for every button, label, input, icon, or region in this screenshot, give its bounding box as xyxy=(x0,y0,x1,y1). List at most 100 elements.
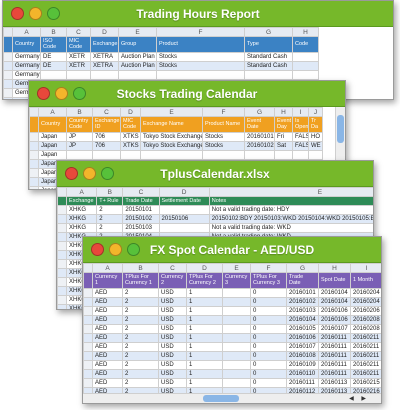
table-cell[interactable] xyxy=(222,314,251,325)
column-header[interactable]: Settlement Date xyxy=(158,195,210,207)
table-cell[interactable] xyxy=(222,323,251,334)
table-cell[interactable]: 20160211 xyxy=(350,359,381,370)
horizontal-scroll-thumb[interactable] xyxy=(203,395,239,402)
table-cell[interactable]: Stocks xyxy=(202,131,245,142)
table-cell[interactable]: Stocks xyxy=(156,60,245,71)
table-cell[interactable]: 20150102 xyxy=(122,214,160,225)
table-cell[interactable]: Germany xyxy=(12,69,41,80)
table-cell[interactable]: USD xyxy=(158,377,187,388)
table-cell[interactable]: Japan xyxy=(38,149,67,160)
table-cell[interactable]: Tokyo Stock Exchange xyxy=(140,140,203,151)
table-cell[interactable]: 1 xyxy=(186,314,223,325)
table-cell[interactable]: Auction Plan xyxy=(118,60,157,71)
table-cell[interactable]: AED xyxy=(92,359,123,370)
table-cell[interactable]: FALSE xyxy=(292,131,309,142)
column-letter[interactable]: H xyxy=(318,263,351,273)
row-number[interactable] xyxy=(57,250,68,261)
column-letter[interactable]: E xyxy=(222,263,251,273)
table-cell[interactable] xyxy=(222,305,251,316)
select-all-corner[interactable] xyxy=(29,107,39,117)
table-cell[interactable] xyxy=(222,341,251,352)
table-cell[interactable]: 1 xyxy=(186,377,223,388)
row-number[interactable] xyxy=(3,78,13,89)
column-header[interactable]: Country Code xyxy=(66,116,93,133)
table-cell[interactable] xyxy=(222,350,251,361)
row-number[interactable] xyxy=(29,167,39,178)
table-cell[interactable]: XETRA xyxy=(90,60,119,71)
table-cell[interactable]: 1 xyxy=(186,359,223,370)
table-cell[interactable]: 20160101 xyxy=(286,287,319,298)
column-letter[interactable]: D xyxy=(90,27,119,37)
table-cell[interactable]: AED xyxy=(92,314,123,325)
table-cell[interactable] xyxy=(120,149,141,160)
table-cell[interactable]: 706 xyxy=(92,131,121,142)
column-letter[interactable]: C xyxy=(92,107,121,117)
row-number[interactable] xyxy=(83,272,93,289)
table-cell[interactable]: XTKS xyxy=(120,140,141,151)
vertical-scroll-thumb[interactable] xyxy=(337,115,344,143)
table-cell[interactable] xyxy=(158,205,210,216)
table-cell[interactable]: 20160111 xyxy=(318,368,351,379)
table-cell[interactable]: 20160104 xyxy=(318,287,351,298)
row-number[interactable] xyxy=(57,259,68,270)
column-header[interactable]: TPlus For Currency 1 xyxy=(122,272,159,289)
column-header[interactable]: TPlus For Currency 3 xyxy=(250,272,287,289)
table-cell[interactable] xyxy=(292,51,319,62)
table-cell[interactable] xyxy=(66,149,93,160)
row-number[interactable] xyxy=(83,296,93,307)
table-cell[interactable] xyxy=(202,149,245,160)
table-cell[interactable]: Not a valid trading date: WKD xyxy=(208,223,373,234)
table-cell[interactable]: 20160104 xyxy=(286,314,319,325)
column-header[interactable]: Event Date xyxy=(244,116,275,133)
row-number[interactable] xyxy=(57,223,68,234)
table-cell[interactable] xyxy=(222,368,251,379)
column-letter[interactable]: F xyxy=(156,27,245,37)
column-header[interactable]: Exchange Name xyxy=(140,116,203,133)
table-cell[interactable]: 20160107 xyxy=(286,341,319,352)
table-cell[interactable]: 2 xyxy=(122,341,159,352)
table-row[interactable]: AED 2 USD 1 0 20160109 20160111 20160211 xyxy=(83,359,381,370)
column-letter[interactable]: H xyxy=(292,27,319,37)
row-number[interactable] xyxy=(57,232,68,243)
table-cell[interactable]: 20160107 xyxy=(318,323,351,334)
row-number[interactable] xyxy=(57,195,68,207)
column-header[interactable]: Spot Date xyxy=(318,272,351,289)
table-row[interactable]: Japan JP 706 XTKS Tokyo Stock Exchange Stocks… xyxy=(29,131,323,142)
table-cell[interactable]: 20160113 xyxy=(318,377,351,388)
window-titlebar[interactable]: Trading Hours Report xyxy=(3,1,393,27)
table-cell[interactable]: 20160102 xyxy=(286,296,319,307)
table-cell[interactable]: Stocks xyxy=(202,140,245,151)
table-cell[interactable]: 2 xyxy=(122,332,159,343)
column-header[interactable]: Tr Da xyxy=(308,116,323,133)
table-cell[interactable]: 20160211 xyxy=(350,368,381,379)
table-cell[interactable]: 20160105 xyxy=(286,323,319,334)
table-cell[interactable]: 20160102 xyxy=(244,140,275,151)
select-all-corner[interactable] xyxy=(57,187,68,197)
table-cell[interactable]: DE xyxy=(40,51,67,62)
table-cell[interactable]: AED xyxy=(92,305,123,316)
table-cell[interactable]: 20160208 xyxy=(350,323,381,334)
table-cell[interactable] xyxy=(292,60,319,71)
table-cell[interactable]: 1 xyxy=(186,368,223,379)
table-cell[interactable]: 20160104 xyxy=(318,296,351,307)
table-cell[interactable]: USD xyxy=(158,341,187,352)
table-cell[interactable]: DE xyxy=(40,60,67,71)
scroll-arrow-icons[interactable]: ◀ ▶ xyxy=(349,395,369,402)
window-titlebar[interactable]: FX Spot Calendar - AED/USD xyxy=(83,237,381,263)
column-header[interactable]: Group xyxy=(118,36,157,53)
column-header[interactable]: MIC Code xyxy=(120,116,141,133)
table-cell[interactable]: FALSE xyxy=(292,140,309,151)
column-header[interactable]: Exchange xyxy=(66,195,98,207)
table-cell[interactable]: 0 xyxy=(250,305,287,316)
column-letter[interactable]: G xyxy=(244,27,293,37)
row-number[interactable] xyxy=(83,350,93,361)
row-number[interactable] xyxy=(57,277,68,288)
column-letter[interactable]: E xyxy=(118,27,157,37)
column-letter[interactable]: A xyxy=(12,27,41,37)
row-number[interactable] xyxy=(57,295,68,306)
table-cell[interactable]: 20160103 xyxy=(286,305,319,316)
window-titlebar[interactable]: Stocks Trading Calendar xyxy=(29,81,345,107)
table-cell[interactable]: 0 xyxy=(250,287,287,298)
table-cell[interactable]: HO xyxy=(308,131,323,142)
table-row[interactable]: AED 2 USD 1 0 20160106 20160111 20160211 xyxy=(83,332,381,343)
